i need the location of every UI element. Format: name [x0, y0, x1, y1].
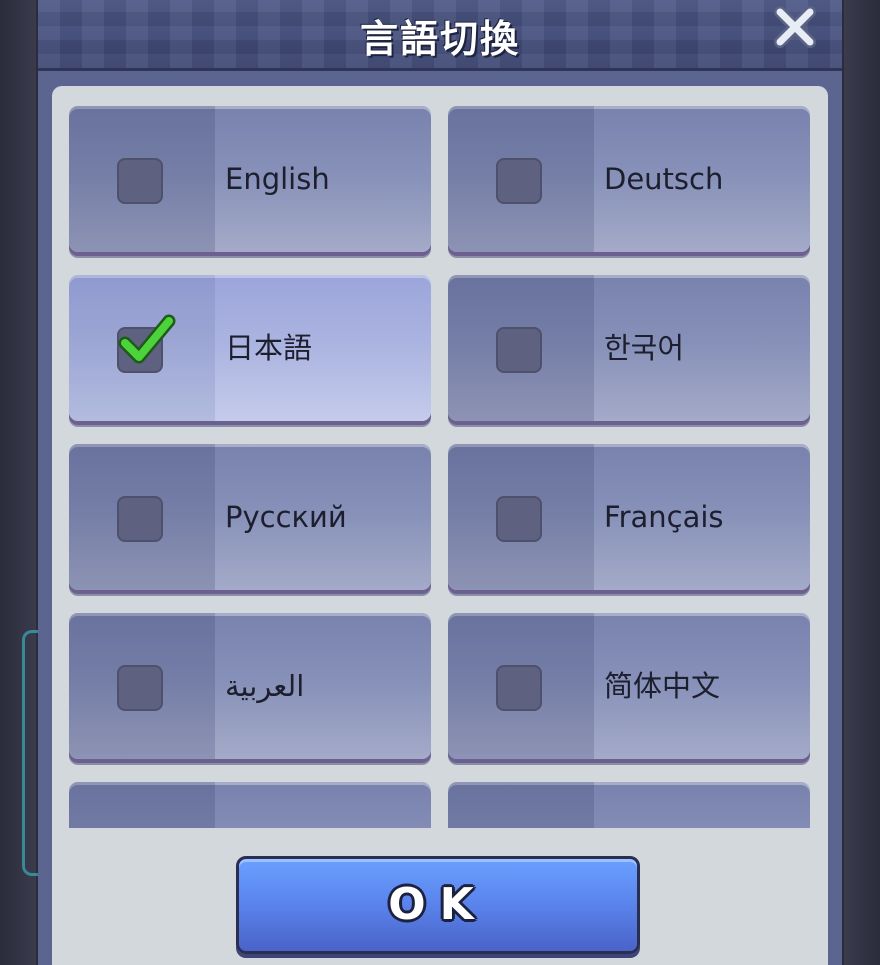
- language-label: Deutsch: [604, 162, 724, 196]
- dialog-panel: English Deutsch 日本語 한국어 Русский Français العرب…: [52, 86, 828, 965]
- language-list[interactable]: English Deutsch 日本語 한국어 Русский Français العرب…: [52, 86, 828, 828]
- language-option[interactable]: [69, 782, 431, 828]
- checkbox[interactable]: [117, 158, 163, 204]
- language-label: 简体中文: [604, 669, 721, 703]
- language-option[interactable]: Русский: [69, 444, 431, 590]
- checkbox[interactable]: [117, 496, 163, 542]
- language-option[interactable]: 日本語: [69, 275, 431, 421]
- dialog-header: 言語切換: [38, 0, 842, 71]
- language-label: 日本語: [225, 331, 313, 365]
- language-option[interactable]: Deutsch: [448, 106, 810, 252]
- checkbox[interactable]: [496, 665, 542, 711]
- close-button[interactable]: [770, 2, 820, 52]
- language-option[interactable]: [448, 782, 810, 828]
- language-option[interactable]: English: [69, 106, 431, 252]
- language-label: Русский: [225, 500, 347, 534]
- language-label: Français: [604, 500, 724, 534]
- close-x-icon: [774, 6, 816, 48]
- language-label: العربية: [225, 669, 305, 703]
- checkmark-icon: [118, 314, 176, 364]
- checkbox[interactable]: [496, 496, 542, 542]
- dialog-title: 言語切換: [359, 17, 520, 61]
- language-option[interactable]: 한국어: [448, 275, 810, 421]
- checkbox[interactable]: [496, 327, 542, 373]
- checkbox[interactable]: [496, 158, 542, 204]
- language-option[interactable]: العربية: [69, 613, 431, 759]
- language-dialog: 言語切換 English Deutsch 日本語 한국어 Русский Français…: [38, 0, 842, 965]
- background-right: [844, 0, 880, 965]
- ok-button[interactable]: OK: [236, 856, 640, 954]
- checkbox[interactable]: [117, 665, 163, 711]
- language-label: 한국어: [604, 331, 685, 365]
- ok-button-label: OK: [388, 879, 488, 930]
- language-option[interactable]: Français: [448, 444, 810, 590]
- language-option[interactable]: 简体中文: [448, 613, 810, 759]
- language-label: English: [225, 162, 330, 196]
- background-accent: [22, 630, 39, 876]
